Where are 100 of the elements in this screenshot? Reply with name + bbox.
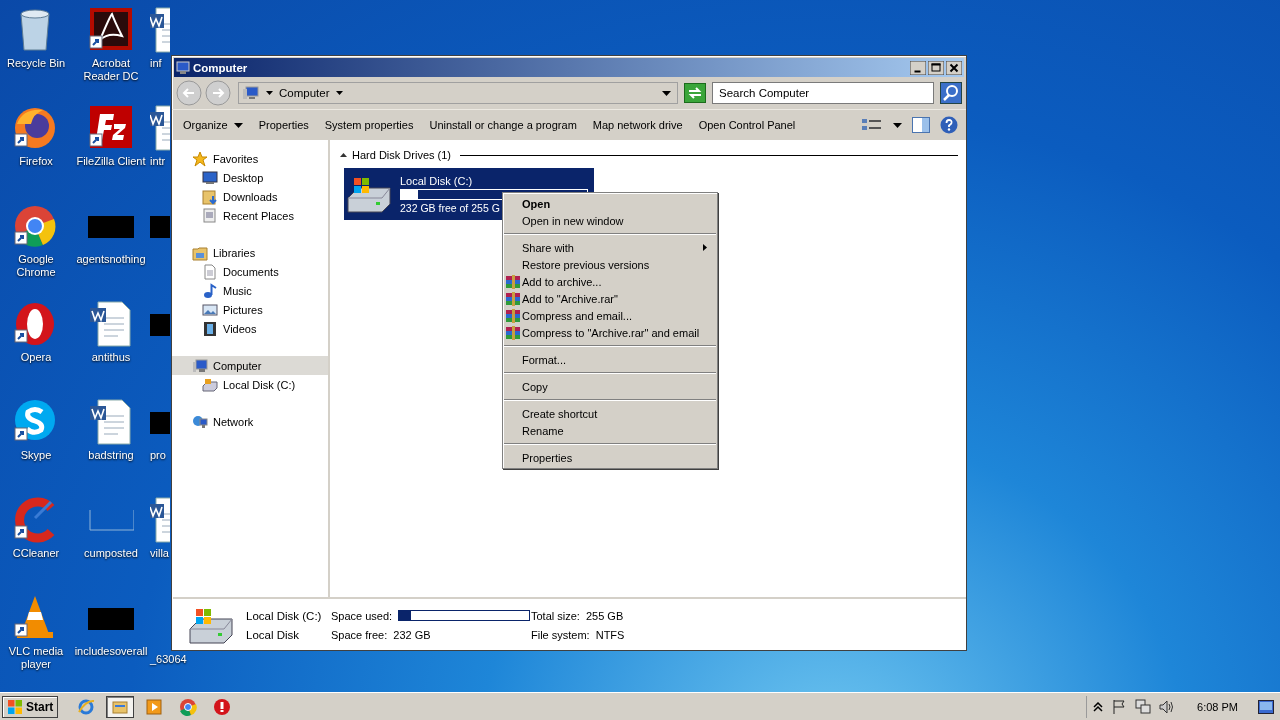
hard-drive-icon [202, 376, 218, 393]
nav-item[interactable]: Libraries [172, 243, 328, 262]
speaker-icon[interactable] [1159, 698, 1176, 715]
window-title: Computer [193, 61, 248, 74]
toolbar-button[interactable]: System properties [317, 115, 421, 135]
document-icon[interactable] [150, 6, 170, 54]
menu-item[interactable]: Restore previous versions [503, 256, 717, 273]
document-icon[interactable] [88, 300, 134, 348]
taskbar-button[interactable] [106, 695, 135, 718]
field-label: File system: [531, 628, 590, 641]
toolbar-button[interactable]: Properties [251, 115, 316, 135]
desktop-icon-label: Skype [20, 449, 52, 462]
help-icon[interactable] [940, 116, 958, 134]
start-button[interactable]: Start [2, 695, 59, 718]
collapse-caret-icon[interactable] [340, 153, 347, 157]
desktop-icon-label: Recycle Bin [6, 57, 66, 70]
nav-item[interactable]: Computer [172, 356, 328, 375]
caret-icon[interactable] [893, 122, 902, 128]
field-label: Total size: [531, 609, 580, 622]
music-note-icon [202, 282, 218, 299]
nav-item[interactable]: Music [172, 281, 328, 300]
nav-item[interactable]: Recent Places [172, 206, 328, 225]
desktop-icon-label: CCleaner [12, 547, 60, 560]
menu-item[interactable]: Add to archive... [503, 273, 717, 290]
desktop-icon-label: pro [150, 449, 166, 462]
drive-free-space: 232 GB free of 255 G [400, 201, 500, 214]
document-icon [202, 263, 218, 280]
breadcrumb-item[interactable]: Computer [279, 87, 330, 99]
preview-pane-icon[interactable] [912, 117, 930, 133]
drive-name: Local Disk (C:) [246, 609, 323, 622]
picture-icon [202, 301, 218, 318]
desktop-icon-label: agentsnothing [76, 253, 146, 266]
desktop-icon-label: FileZilla Client [76, 155, 146, 168]
refresh-button[interactable] [684, 83, 706, 103]
network-icon[interactable] [1135, 698, 1152, 715]
search-button[interactable] [940, 82, 962, 104]
toolbar-button[interactable]: Organize [176, 115, 250, 135]
field-value: NTFS [595, 628, 625, 641]
menu-item[interactable]: Compress and email... [503, 307, 717, 324]
view-options-icon[interactable] [861, 117, 883, 133]
menu-item[interactable]: Create shortcut [503, 405, 717, 422]
address-bar[interactable]: Computer [238, 82, 678, 104]
close-button[interactable] [946, 60, 962, 75]
desktop-icon-label: includesoverall [74, 645, 148, 658]
recent-places-icon [202, 207, 218, 224]
show-hidden-icons-icon[interactable] [1093, 701, 1104, 712]
desktop-icon-label: badstring [88, 449, 134, 462]
caret-icon[interactable] [335, 91, 343, 95]
desktop-icon-label: inf [150, 57, 162, 70]
desktop-icon-label: _63064 [150, 653, 187, 666]
menu-item[interactable]: Share with [503, 239, 717, 256]
menu-item[interactable]: Rename [503, 422, 717, 439]
minimize-button[interactable] [910, 60, 926, 75]
toolbar-button[interactable]: Map network drive [585, 115, 690, 135]
browser-icon [213, 697, 232, 716]
field-label: Space free: [331, 628, 388, 641]
field-value: 232 GB [393, 628, 431, 641]
show-desktop-icon[interactable] [1258, 699, 1274, 714]
field-label: Space used: [331, 609, 393, 622]
flag-icon[interactable] [1111, 698, 1128, 715]
nav-item[interactable]: Pictures [172, 300, 328, 319]
desktop-icon-label: Google Chrome [15, 253, 57, 279]
nav-item[interactable]: Videos [172, 319, 328, 338]
monitor-icon [202, 169, 218, 186]
group-heading: Hard Disk Drives (1) [352, 149, 451, 161]
toolbar-button[interactable]: Uninstall or change a program [422, 115, 584, 135]
menu-item[interactable]: Compress to "Archive.rar" and email [503, 324, 717, 341]
field-value: 255 GB [585, 609, 624, 622]
star-icon [192, 150, 208, 167]
nav-item[interactable]: Favorites [172, 149, 328, 168]
computer-icon [176, 60, 190, 75]
menu-item[interactable]: Add to "Archive.rar" [503, 290, 717, 307]
nav-item[interactable]: Network [172, 412, 328, 431]
search-field[interactable]: Search Computer [712, 82, 934, 104]
menu-item[interactable]: Copy [503, 378, 717, 395]
menu-item[interactable]: Properties [503, 449, 717, 466]
nav-item[interactable]: Desktop [172, 168, 328, 187]
desktop-icon-label: Firefox [19, 155, 53, 168]
browser-icon [77, 697, 96, 716]
nav-item[interactable]: Local Disk (C:) [172, 375, 328, 394]
film-icon [202, 320, 218, 337]
document-icon[interactable] [88, 398, 134, 446]
browser-icon [179, 697, 198, 716]
nav-item[interactable]: Documents [172, 262, 328, 281]
network-icon [192, 413, 208, 430]
toolbar-button[interactable]: Open Control Panel [691, 115, 803, 135]
menu-item[interactable]: Format... [503, 351, 717, 368]
maximize-button[interactable] [928, 60, 944, 75]
dropdown-caret-icon[interactable] [662, 90, 671, 96]
clock[interactable]: 6:08 PM [1197, 700, 1238, 713]
back-forward-buttons-icon[interactable] [176, 80, 232, 106]
desktop-icon-label: cumposted [84, 547, 138, 560]
nav-item[interactable]: Downloads [172, 187, 328, 206]
media-player-icon [145, 697, 164, 716]
desktop-icon-label: Acrobat Reader DC [82, 57, 140, 83]
desktop-icon-label: VLC media player [7, 645, 65, 671]
desktop-icon-label: villa [150, 547, 169, 560]
windows-logo-icon [7, 698, 23, 715]
drive-name: Local Disk (C:) [400, 174, 473, 187]
caret-icon[interactable] [266, 91, 273, 95]
